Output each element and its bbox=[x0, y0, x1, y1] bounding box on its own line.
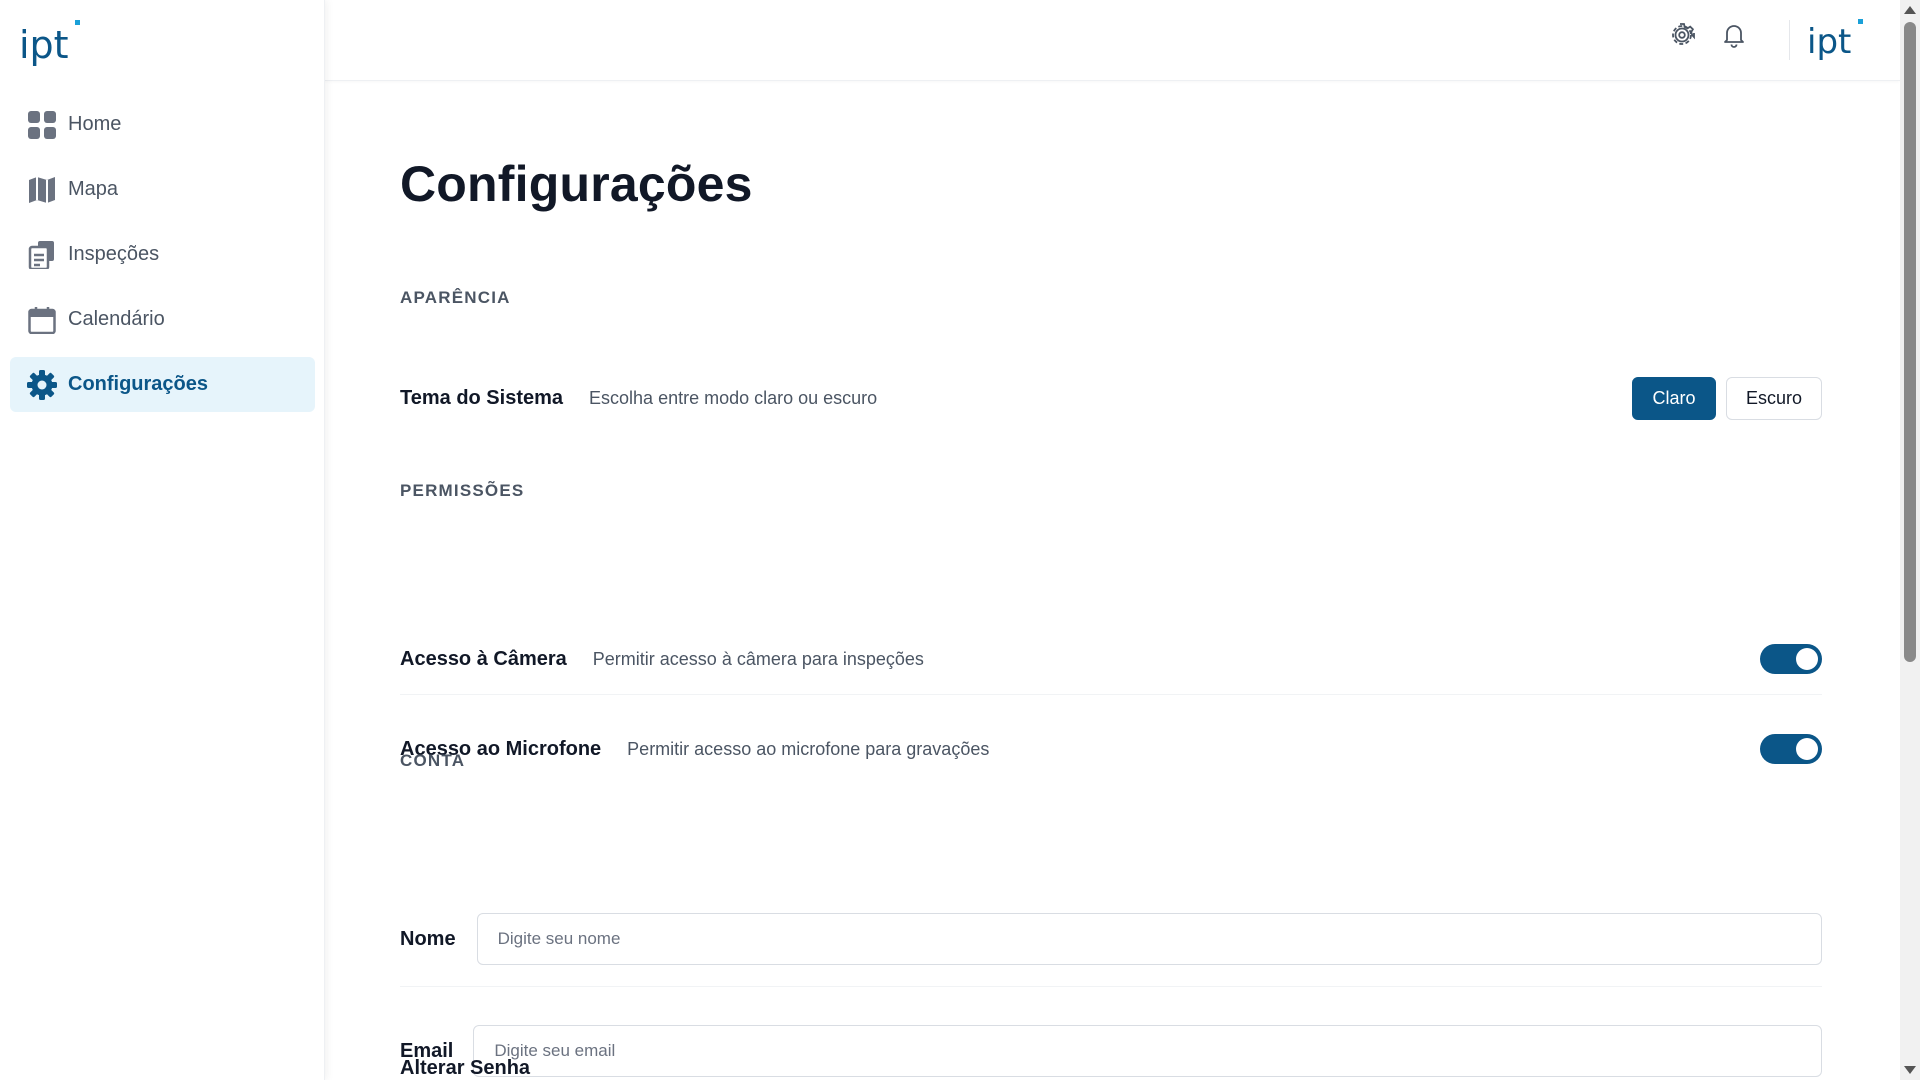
divider bbox=[400, 986, 1822, 987]
camera-setting-row: Acesso à Câmera Permitir acesso à câmera… bbox=[400, 634, 1822, 684]
scroll-up-icon[interactable] bbox=[1904, 6, 1916, 14]
theme-toggle-group: Claro Escuro bbox=[1632, 376, 1822, 420]
map-icon bbox=[27, 175, 57, 205]
microphone-toggle[interactable] bbox=[1760, 734, 1822, 764]
page-title: Configurações bbox=[400, 156, 753, 212]
theme-description: Escolha entre modo claro ou escuro bbox=[589, 387, 878, 408]
sidebar-nav: Home Mapa Inspeções Calendário Configura… bbox=[10, 97, 315, 422]
sidebar-item-label: Inspeções bbox=[68, 243, 160, 265]
email-input[interactable] bbox=[473, 1025, 1822, 1077]
top-header: ipt bbox=[325, 0, 1900, 81]
email-setting-row: Email bbox=[400, 1025, 1822, 1077]
gear-icon bbox=[1669, 22, 1695, 53]
sidebar-item-label: Calendário bbox=[68, 308, 165, 330]
camera-description: Permitir acesso à câmera para inspeções bbox=[592, 648, 924, 669]
section-title-account: CONTA bbox=[400, 751, 466, 770]
section-title-appearance: APARÊNCIA bbox=[400, 288, 511, 307]
ipt-logo: ipt bbox=[1807, 17, 1867, 63]
sidebar-item-home[interactable]: Home bbox=[10, 97, 315, 152]
scroll-thumb[interactable] bbox=[1904, 22, 1916, 662]
change-password-label: Alterar Senha bbox=[400, 1057, 531, 1079]
sidebar-item-label: Home bbox=[68, 113, 122, 135]
camera-label: Acesso à Câmera bbox=[400, 647, 567, 670]
calendar-icon bbox=[27, 305, 57, 335]
theme-dark-button[interactable]: Escuro bbox=[1726, 376, 1822, 420]
section-title-permissions: PERMISSÕES bbox=[400, 481, 525, 500]
sidebar-item-calendario[interactable]: Calendário bbox=[10, 292, 315, 347]
gear-icon bbox=[27, 369, 57, 400]
camera-toggle[interactable] bbox=[1760, 644, 1822, 674]
header-divider bbox=[1789, 20, 1790, 60]
theme-setting-row: Tema do Sistema Escolha entre modo claro… bbox=[400, 370, 1822, 426]
bell-icon bbox=[1721, 22, 1747, 53]
settings-page: Configurações APARÊNCIA Tema do Sistema … bbox=[400, 81, 1822, 1080]
svg-text:ipt: ipt bbox=[19, 23, 69, 67]
notifications-button[interactable] bbox=[1719, 22, 1749, 52]
sidebar-item-label: Mapa bbox=[68, 178, 119, 200]
svg-text:ipt: ipt bbox=[1807, 22, 1851, 62]
sidebar-item-inspecoes[interactable]: Inspeções bbox=[10, 227, 315, 282]
divider bbox=[400, 694, 1822, 695]
toggle-knob bbox=[1796, 648, 1818, 670]
sidebar-item-configuracoes[interactable]: Configurações bbox=[10, 357, 315, 412]
name-setting-row: Nome bbox=[400, 913, 1822, 965]
theme-light-button[interactable]: Claro bbox=[1632, 376, 1716, 420]
theme-label: Tema do Sistema bbox=[400, 386, 564, 409]
settings-button[interactable] bbox=[1667, 22, 1697, 52]
name-input[interactable] bbox=[476, 913, 1822, 965]
scroll-down-icon[interactable] bbox=[1904, 1066, 1916, 1074]
grid-icon bbox=[27, 110, 57, 140]
toggle-knob bbox=[1796, 738, 1818, 760]
page-scrollbar[interactable] bbox=[1900, 0, 1920, 1080]
ipt-logo[interactable]: ipt bbox=[19, 18, 85, 68]
microphone-setting-row: Acesso ao Microfone Permitir acesso ao m… bbox=[400, 724, 1822, 774]
name-label: Nome bbox=[400, 927, 456, 950]
documents-icon bbox=[27, 240, 57, 270]
sidebar: ipt Home Mapa Inspeções Calendário Confi… bbox=[0, 0, 325, 1080]
sidebar-item-mapa[interactable]: Mapa bbox=[10, 162, 315, 217]
microphone-description: Permitir acesso ao microfone para gravaç… bbox=[627, 738, 990, 759]
sidebar-item-label: Configurações bbox=[68, 373, 209, 395]
